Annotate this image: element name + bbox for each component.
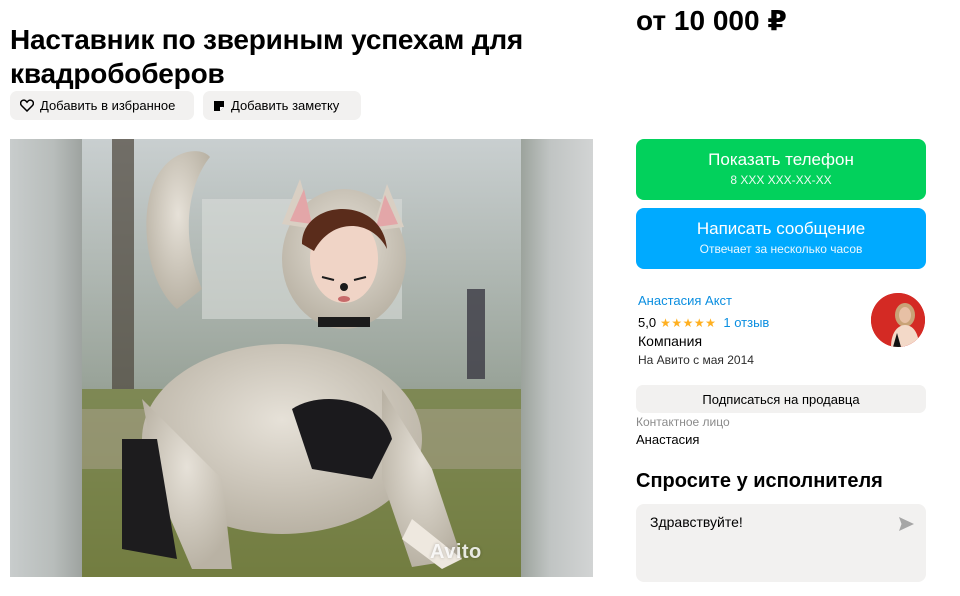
show-phone-button[interactable]: Показать телефон 8 XXX XXX-XX-XX	[636, 139, 926, 200]
seller-name-link[interactable]: Анастасия Акст	[638, 293, 732, 308]
show-phone-label: Показать телефон	[708, 150, 854, 169]
seller-since: На Авито с мая 2014	[638, 353, 754, 367]
heart-icon	[20, 99, 34, 112]
add-to-favorites-button[interactable]: Добавить в избранное	[10, 91, 194, 120]
listing-photo[interactable]	[82, 139, 521, 577]
send-icon[interactable]	[896, 514, 916, 534]
phone-mask: 8 XXX XXX-XX-XX	[730, 173, 832, 187]
photo-gallery[interactable]: Avito	[10, 139, 593, 577]
seller-rating: 5,0 ★★★★★ 1 отзыв	[638, 315, 769, 330]
ask-section-title: Спросите у исполнителя	[636, 470, 883, 492]
write-message-button[interactable]: Написать сообщение Отвечает за несколько…	[636, 208, 926, 269]
contact-person-name: Анастасия	[636, 432, 700, 447]
subscribe-button[interactable]: Подписаться на продавца	[636, 385, 926, 413]
favorite-label: Добавить в избранное	[40, 98, 176, 113]
listing-title: Наставник по звериным успехам для квадро…	[10, 23, 524, 89]
gallery-next-preview[interactable]	[521, 139, 593, 577]
listing-price: от 10 000 ₽	[636, 5, 787, 36]
response-time: Отвечает за несколько часов	[699, 242, 863, 256]
reviews-link[interactable]: 1 отзыв	[723, 315, 769, 330]
note-icon	[214, 100, 224, 111]
avito-watermark: Avito	[430, 541, 482, 563]
ask-message-input[interactable]: Здравствуйте!	[636, 504, 886, 582]
seller-type: Компания	[638, 333, 703, 349]
rating-stars-icon: ★★★★★	[660, 315, 717, 330]
rating-value: 5,0	[638, 315, 657, 330]
write-message-label: Написать сообщение	[696, 219, 866, 238]
gallery-prev-preview[interactable]	[10, 139, 82, 577]
note-label: Добавить заметку	[231, 98, 340, 113]
add-note-button[interactable]: Добавить заметку	[203, 91, 361, 120]
ask-message-box: Здравствуйте!	[636, 504, 926, 582]
contact-person-label: Контактное лицо	[636, 415, 730, 429]
seller-avatar[interactable]	[871, 293, 925, 347]
